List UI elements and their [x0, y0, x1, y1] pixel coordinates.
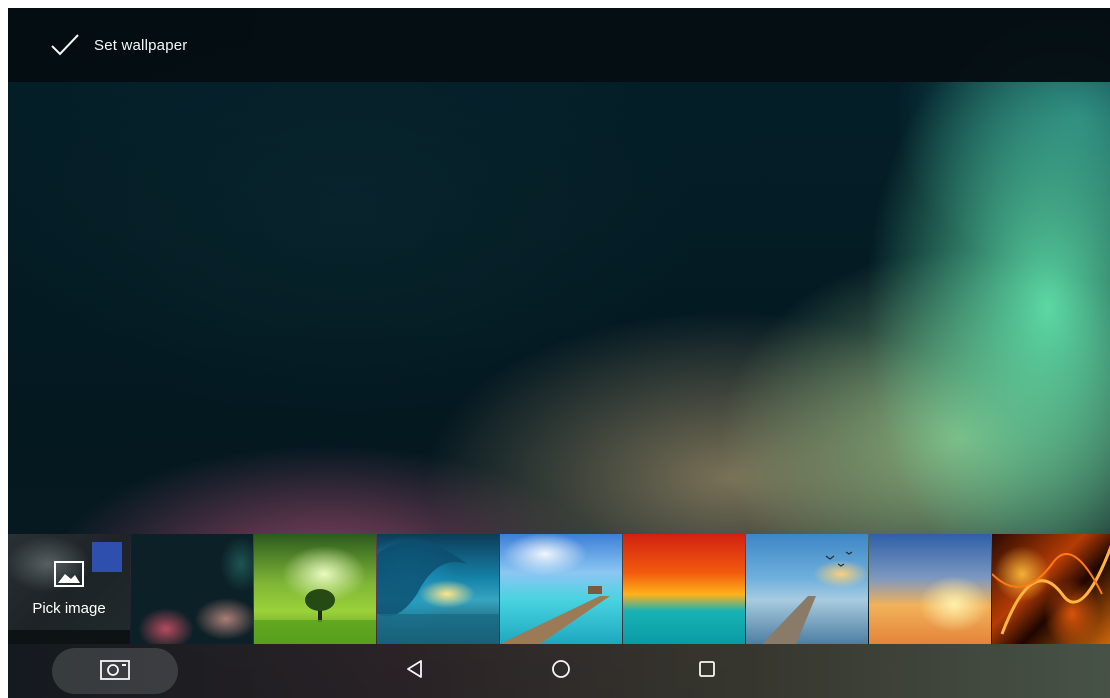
- pier-graphic: [500, 586, 610, 644]
- recents-icon: [697, 659, 717, 684]
- set-wallpaper-label: Set wallpaper: [94, 36, 188, 54]
- back-button[interactable]: [398, 654, 432, 688]
- tree-graphic: [254, 589, 376, 644]
- pick-image-preview-card: [92, 542, 122, 572]
- navigation-bar: [8, 644, 1110, 698]
- wallpaper-thumbnail-green-field[interactable]: [254, 534, 376, 644]
- wallpaper-thumbnail-ocean-wave[interactable]: [377, 534, 499, 644]
- wallpaper-thumbnail-tropical-pier[interactable]: [500, 534, 622, 644]
- camera-button[interactable]: [52, 648, 178, 694]
- recents-button[interactable]: [690, 654, 724, 688]
- screen: Set wallpaper Pick image: [8, 8, 1110, 698]
- pick-image-label: Pick image: [32, 600, 106, 617]
- wallpaper-thumbnail-sky-sunburst[interactable]: [869, 534, 991, 644]
- wallpaper-thumbnail-fire-abstract[interactable]: [992, 534, 1110, 644]
- wallpaper-thumbnail-red-sunset-sea[interactable]: [623, 534, 745, 644]
- set-wallpaper-button[interactable]: Set wallpaper: [38, 18, 188, 72]
- fire-graphic: [992, 544, 1110, 635]
- home-button[interactable]: [544, 654, 578, 688]
- wallpaper-thumbnail-strip: Pick image: [8, 534, 1110, 644]
- check-icon: [50, 30, 80, 60]
- picture-icon: [53, 560, 85, 588]
- pick-image-button[interactable]: Pick image: [8, 534, 130, 644]
- back-icon: [405, 659, 425, 684]
- action-bar: Set wallpaper: [8, 8, 1110, 82]
- wallpaper-thumbnail-pier-birds[interactable]: [746, 534, 868, 644]
- camera-icon: [98, 657, 132, 686]
- pick-image-preview-navbar: [8, 630, 130, 644]
- pier-birds-graphic: [762, 551, 853, 644]
- home-icon: [551, 659, 571, 684]
- wave-graphic: [377, 541, 499, 644]
- wallpaper-thumbnail-current[interactable]: [131, 534, 253, 644]
